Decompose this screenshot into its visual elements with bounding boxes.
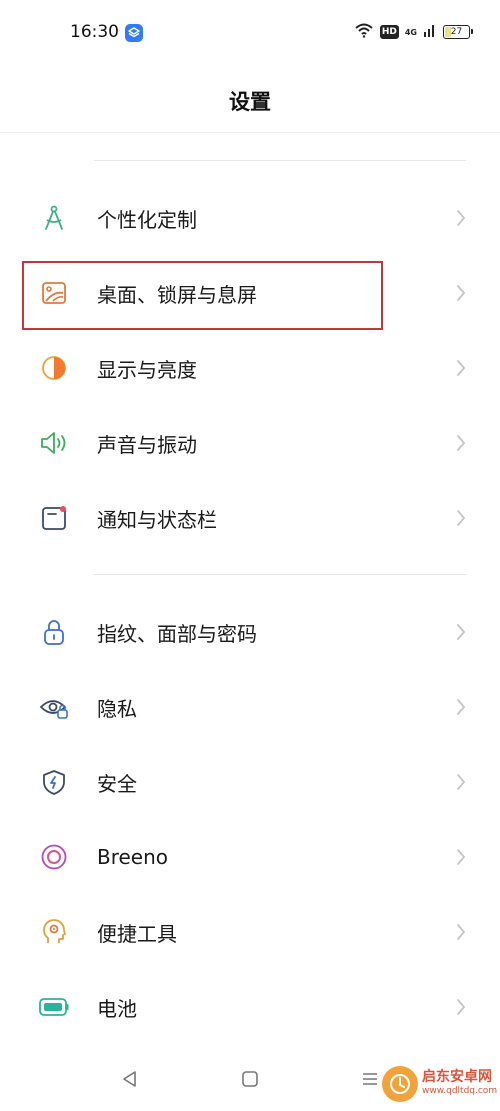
hd-badge: HD <box>379 25 399 39</box>
settings-item-breeno[interactable]: Breeno <box>0 822 500 892</box>
settings-item-label: Breeno <box>97 845 169 869</box>
chevron-right-icon <box>452 848 470 866</box>
settings-item-display-brightness[interactable]: 显示与亮度 <box>0 333 500 403</box>
chevron-right-icon <box>452 509 470 527</box>
brightness-icon <box>38 352 70 384</box>
watermark-title: 启东安卓网 <box>422 1069 492 1085</box>
status-bar: 16:30 HD 4G 27 <box>0 0 500 64</box>
notification-icon <box>38 502 70 534</box>
page-title: 设置 <box>229 90 271 114</box>
signal-icon <box>423 22 437 42</box>
settings-item-label: 声音与振动 <box>97 432 197 457</box>
breeno-icon <box>38 841 70 873</box>
app-notification-icon <box>125 24 143 42</box>
settings-item-label: 指纹、面部与密码 <box>97 621 257 646</box>
watermark-url: www.qdltdq.com <box>422 1086 498 1096</box>
speaker-icon <box>38 427 70 459</box>
privacy-eye-icon <box>38 691 70 723</box>
header-divider <box>0 132 500 133</box>
chevron-right-icon <box>452 998 470 1016</box>
chevron-right-icon <box>452 359 470 377</box>
battery-indicator: 27 <box>443 25 473 39</box>
highlight-annotation-box <box>22 261 383 330</box>
settings-item-label: 便捷工具 <box>97 921 177 946</box>
lock-icon <box>38 616 70 648</box>
settings-item-label: 电池 <box>97 996 137 1021</box>
settings-item-personalization[interactable]: 个性化定制 <box>0 183 500 253</box>
status-time: 16:30 <box>70 22 119 42</box>
battery-tip <box>471 29 473 34</box>
home-icon[interactable] <box>236 1065 264 1093</box>
chevron-right-icon <box>452 773 470 791</box>
settings-item-label: 个性化定制 <box>97 207 197 232</box>
shield-icon <box>38 766 70 798</box>
chevron-right-icon <box>452 209 470 227</box>
chevron-right-icon <box>452 698 470 716</box>
group-divider <box>94 574 466 575</box>
chevron-right-icon <box>452 284 470 302</box>
settings-item-label: 通知与状态栏 <box>97 507 217 532</box>
settings-item-security[interactable]: 安全 <box>0 747 500 817</box>
watermark-logo-icon <box>382 1066 418 1102</box>
settings-item-notification-statusbar[interactable]: 通知与状态栏 <box>0 483 500 553</box>
battery-icon <box>38 991 70 1023</box>
settings-item-sound-vibration[interactable]: 声音与振动 <box>0 408 500 478</box>
settings-item-convenience-tools[interactable]: 便捷工具 <box>0 897 500 967</box>
status-indicators: HD 4G 27 <box>354 22 473 42</box>
compass-icon <box>38 202 70 234</box>
recent-apps-icon[interactable] <box>356 1065 384 1093</box>
battery-level: 27 <box>450 27 463 37</box>
network-type: 4G <box>404 27 417 37</box>
settings-item-label: 显示与亮度 <box>97 357 197 382</box>
wifi-icon <box>354 22 374 42</box>
group-divider <box>94 160 466 161</box>
back-icon[interactable] <box>116 1065 144 1093</box>
settings-item-privacy[interactable]: 隐私 <box>0 672 500 742</box>
tools-head-icon <box>38 916 70 948</box>
settings-item-label: 隐私 <box>97 696 137 721</box>
chevron-right-icon <box>452 623 470 641</box>
chevron-right-icon <box>452 923 470 941</box>
settings-item-fingerprint-face-password[interactable]: 指纹、面部与密码 <box>0 597 500 667</box>
settings-item-label: 安全 <box>97 771 137 796</box>
chevron-right-icon <box>452 434 470 452</box>
watermark: 启东安卓网 www.qdltdq.com <box>382 1060 500 1108</box>
settings-item-battery[interactable]: 电池 <box>0 972 500 1042</box>
